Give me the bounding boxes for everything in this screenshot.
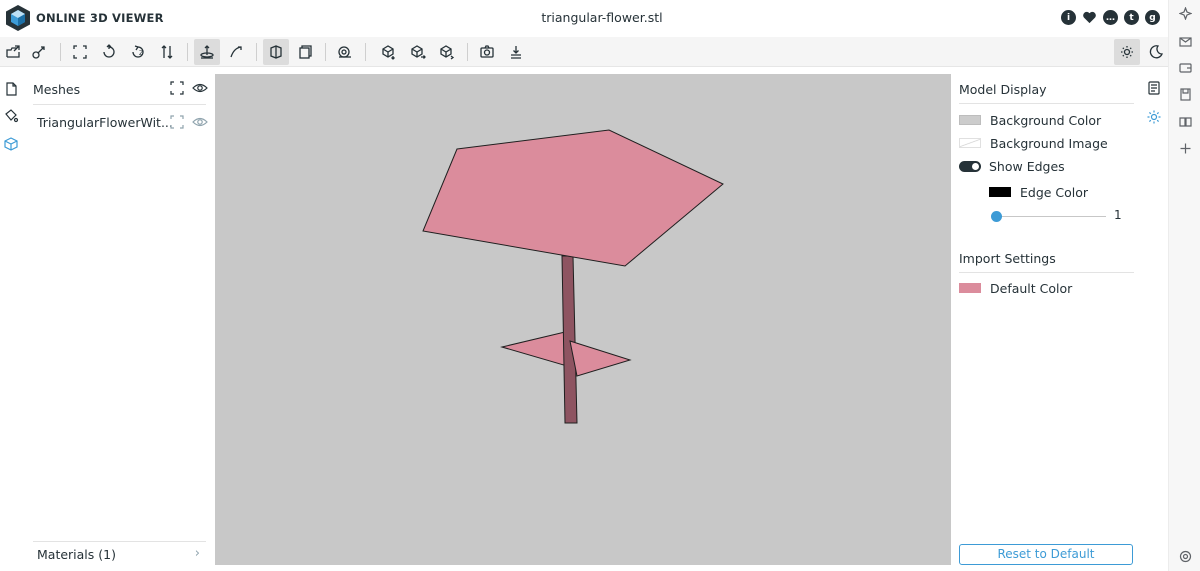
model-display-title: Model Display bbox=[959, 82, 1047, 97]
left-nav bbox=[0, 68, 22, 571]
chat-icon[interactable]: … bbox=[1103, 10, 1118, 25]
heart-icon[interactable] bbox=[1082, 10, 1097, 25]
model-display-divider bbox=[959, 103, 1134, 104]
default-color-row[interactable]: Default Color bbox=[959, 279, 1072, 297]
meshes-panel: Meshes TriangularFlowerWit... Materials … bbox=[28, 76, 208, 571]
background-image-swatch[interactable] bbox=[959, 138, 981, 148]
flower-head bbox=[422, 129, 724, 267]
fit-mesh-icon[interactable] bbox=[169, 114, 185, 130]
svg-text:Z: Z bbox=[139, 50, 143, 57]
fit-to-window-icon[interactable] bbox=[67, 39, 93, 65]
meshes-title: Meshes bbox=[33, 82, 81, 97]
app-title: ONLINE 3D VIEWER bbox=[36, 11, 164, 25]
add-icon[interactable] bbox=[1179, 142, 1192, 155]
flip-up-vector-icon[interactable]: Z bbox=[125, 39, 151, 65]
toolbar: Z bbox=[0, 37, 1168, 67]
browser-settings-icon[interactable] bbox=[1179, 550, 1192, 563]
settings-panel: Model Display Background Color Backgroun… bbox=[958, 74, 1134, 571]
app-logo-icon[interactable] bbox=[5, 4, 31, 32]
default-color-label: Default Color bbox=[990, 280, 1073, 296]
reset-to-default-button[interactable]: Reset to Default bbox=[959, 544, 1133, 565]
toggle-mesh-visibility-icon[interactable] bbox=[192, 114, 208, 130]
download-icon[interactable] bbox=[503, 39, 529, 65]
show-edges-row[interactable]: Show Edges bbox=[959, 157, 1065, 175]
app-header: ONLINE 3D VIEWER triangular-flower.stl i… bbox=[0, 0, 1168, 36]
background-image-label: Background Image bbox=[990, 135, 1108, 151]
meshes-icon[interactable] bbox=[3, 136, 19, 152]
show-edges-label: Show Edges bbox=[989, 158, 1065, 174]
model-render bbox=[422, 129, 724, 424]
lower-leaf-left bbox=[500, 331, 568, 367]
edge-width-slider-thumb[interactable] bbox=[991, 211, 1002, 222]
browser-sidebar bbox=[1168, 0, 1200, 571]
file-name: triangular-flower.stl bbox=[541, 10, 663, 25]
save-icon[interactable] bbox=[1179, 88, 1192, 101]
edge-color-label: Edge Color bbox=[1020, 184, 1089, 200]
reader-icon[interactable] bbox=[1179, 115, 1192, 128]
file-details-icon[interactable] bbox=[3, 81, 19, 97]
edge-width-value: 1 bbox=[1114, 208, 1122, 222]
edge-color-row[interactable]: Edge Color bbox=[989, 183, 1088, 201]
open-file-icon[interactable] bbox=[0, 39, 26, 65]
background-color-row[interactable]: Background Color bbox=[959, 111, 1101, 129]
light-mode-icon[interactable] bbox=[1114, 39, 1140, 65]
open-url-icon[interactable] bbox=[26, 39, 52, 65]
free-navigation-icon[interactable] bbox=[223, 39, 249, 65]
details-icon[interactable] bbox=[1146, 80, 1162, 96]
sparkle-icon[interactable] bbox=[1178, 6, 1193, 21]
3d-viewport[interactable] bbox=[215, 74, 951, 565]
mail-icon[interactable] bbox=[1179, 35, 1192, 48]
show-edges-toggle[interactable] bbox=[959, 160, 981, 172]
share-icon[interactable] bbox=[405, 39, 431, 65]
background-color-label: Background Color bbox=[990, 112, 1102, 128]
import-settings-title: Import Settings bbox=[959, 251, 1056, 266]
info-icon[interactable]: i bbox=[1061, 10, 1076, 25]
twitter-icon[interactable]: t bbox=[1124, 10, 1139, 25]
default-color-swatch[interactable] bbox=[959, 283, 981, 293]
fit-all-meshes-icon[interactable] bbox=[169, 80, 185, 96]
snapshot-icon[interactable] bbox=[474, 39, 500, 65]
materials-icon[interactable] bbox=[3, 108, 19, 124]
set-up-vector-icon[interactable] bbox=[96, 39, 122, 65]
edge-width-slider-track[interactable] bbox=[996, 216, 1106, 217]
wallet-icon[interactable] bbox=[1179, 61, 1192, 74]
embed-icon[interactable] bbox=[434, 39, 460, 65]
perspective-camera-icon[interactable] bbox=[263, 39, 289, 65]
mesh-name: TriangularFlowerWit... bbox=[37, 115, 173, 130]
orbit-navigation-icon[interactable] bbox=[194, 39, 220, 65]
meshes-divider bbox=[33, 104, 206, 105]
materials-label: Materials (1) bbox=[37, 547, 116, 562]
measure-icon[interactable] bbox=[332, 39, 358, 65]
export-icon[interactable] bbox=[376, 39, 402, 65]
github-icon[interactable]: g bbox=[1145, 10, 1160, 25]
orthographic-camera-icon[interactable] bbox=[292, 39, 318, 65]
fix-up-vector-icon[interactable] bbox=[154, 39, 180, 65]
lower-leaf-right bbox=[569, 340, 632, 377]
settings-gear-icon[interactable] bbox=[1146, 109, 1162, 125]
dark-mode-icon[interactable] bbox=[1143, 39, 1169, 65]
chevron-right-icon: › bbox=[194, 546, 200, 561]
materials-section[interactable]: Materials (1) › bbox=[33, 541, 206, 565]
import-settings-divider bbox=[959, 272, 1134, 273]
edge-color-swatch[interactable] bbox=[989, 187, 1011, 197]
show-all-meshes-icon[interactable] bbox=[192, 80, 208, 96]
mesh-item[interactable]: TriangularFlowerWit... bbox=[33, 112, 208, 134]
stem bbox=[561, 255, 578, 424]
background-color-swatch[interactable] bbox=[959, 115, 981, 125]
background-image-row[interactable]: Background Image bbox=[959, 134, 1108, 152]
header-links: i … t g bbox=[1061, 10, 1160, 25]
